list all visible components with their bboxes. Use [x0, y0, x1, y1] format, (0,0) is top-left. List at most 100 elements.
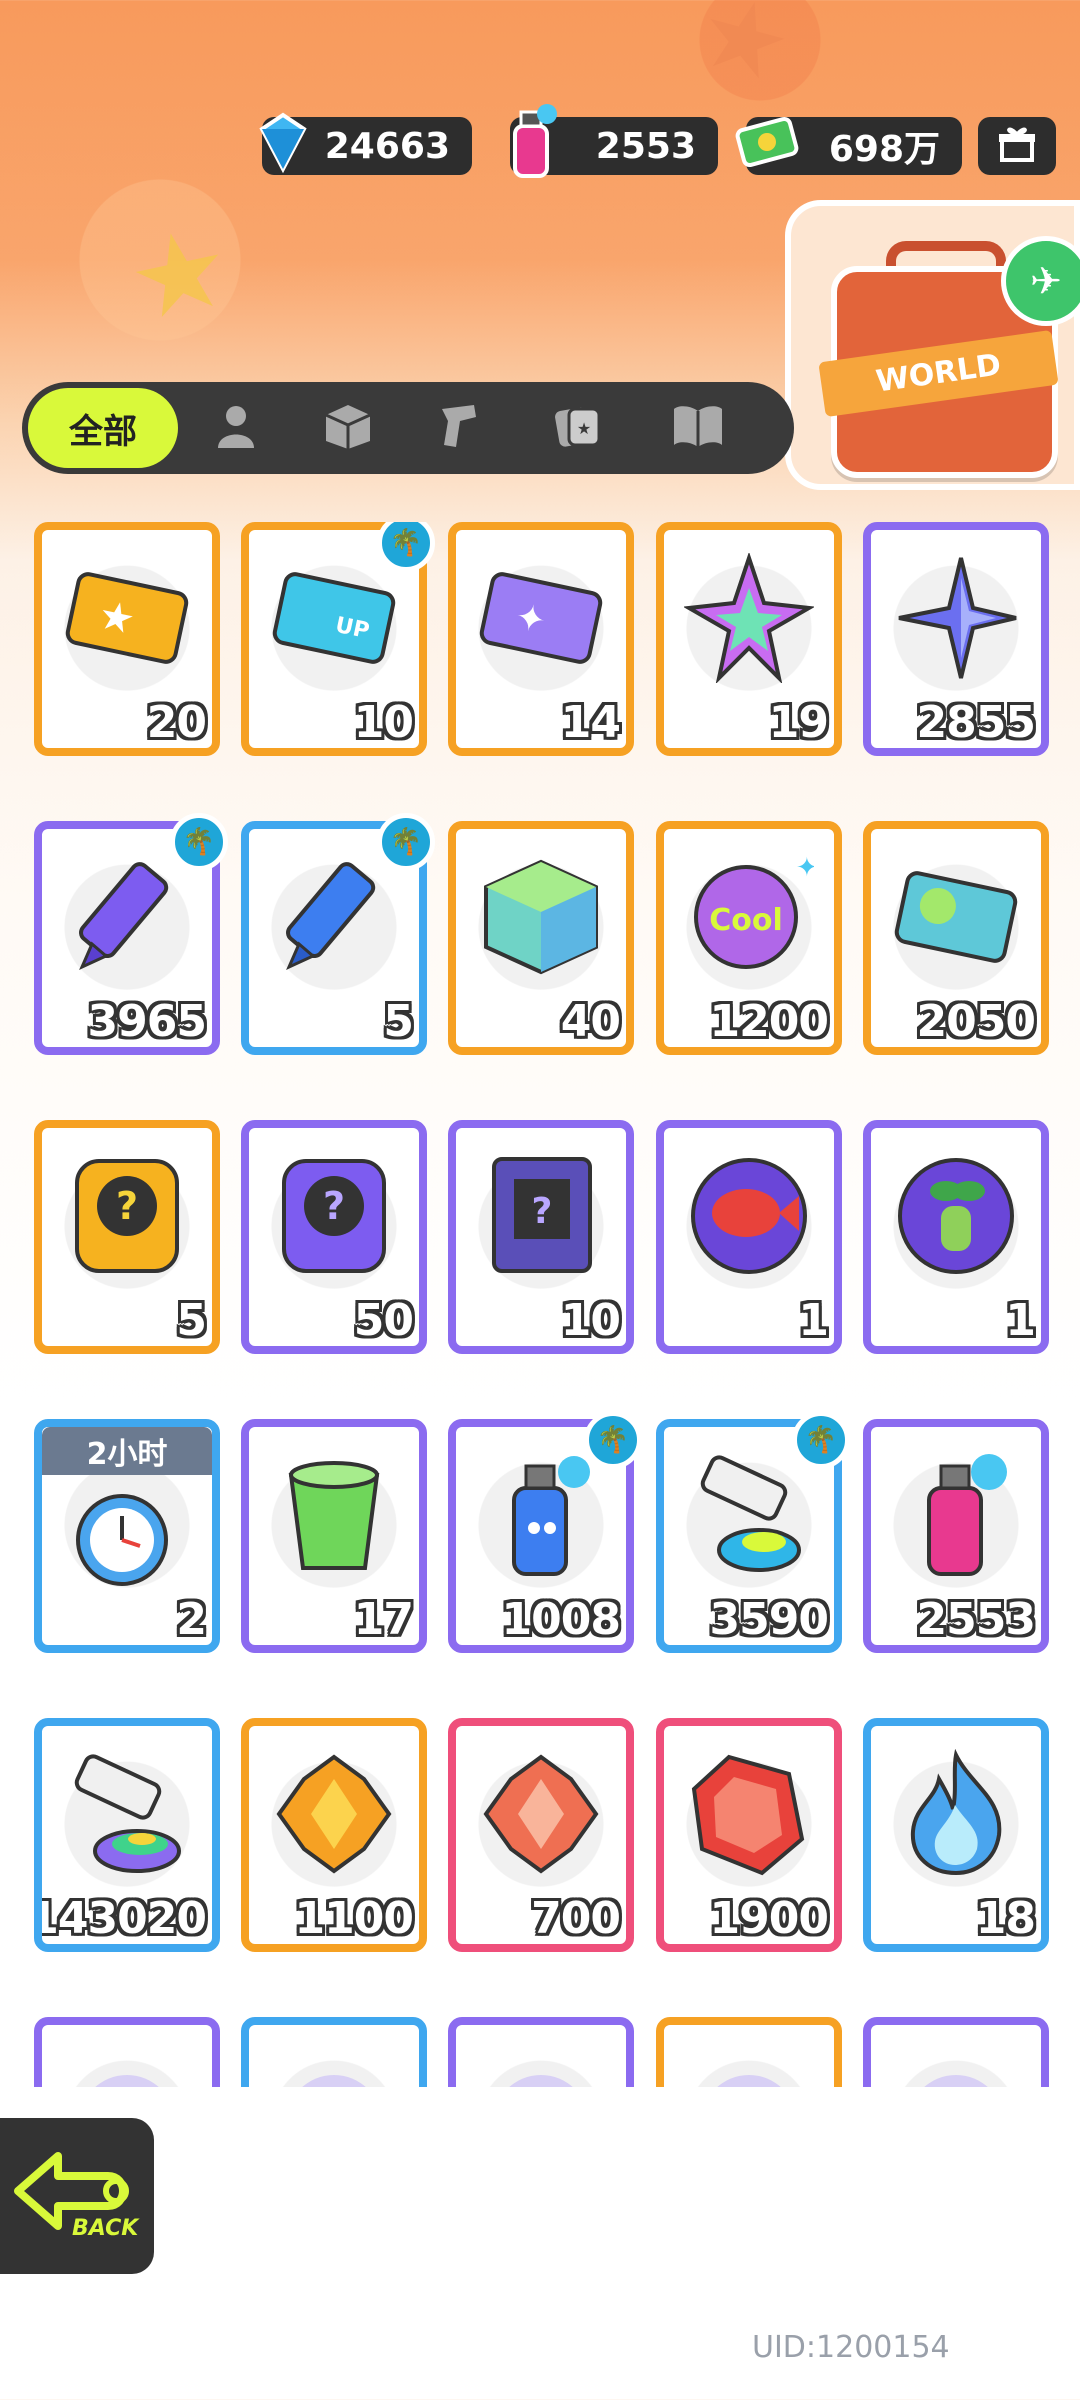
item-card-partial-3[interactable]	[448, 2017, 634, 2087]
travel-card-icon: ?	[474, 1146, 608, 1286]
book-icon	[670, 403, 726, 453]
item-count: 143020	[42, 1893, 207, 1944]
paint-tube-icon	[682, 1445, 816, 1585]
item-count: 2050	[916, 996, 1036, 1047]
mystery-purple-icon: ?	[267, 1146, 401, 1286]
purple-ticket-icon: ✦	[474, 548, 608, 688]
tab-all[interactable]: 全部	[28, 388, 178, 468]
rainbow-star-icon	[682, 548, 816, 688]
spray-can-icon	[496, 103, 566, 181]
world-travel-button[interactable]: WORLD ✈	[785, 200, 1080, 490]
item-card-purple-ticket[interactable]: ✦ 14	[448, 522, 634, 756]
item-card-background: ? 10	[456, 1128, 626, 1346]
item-card-paint-tube-blue[interactable]: 3590 🌴	[656, 1411, 850, 1653]
item-card-background: 700	[456, 1726, 626, 1944]
item-card-travel-card-mystery[interactable]: ? 10	[448, 1120, 634, 1354]
gem-currency[interactable]: 24663	[259, 112, 472, 175]
item-card-red-gem[interactable]: 1900	[656, 1718, 842, 1952]
item-count: 3590	[709, 1594, 829, 1645]
red-crystal-icon	[474, 1744, 608, 1884]
item-card-background: 19	[664, 530, 834, 748]
item-card-rainbow-star[interactable]: 19	[656, 522, 842, 756]
gift-box-button[interactable]	[978, 117, 1056, 175]
item-card-background: 1	[664, 1128, 834, 1346]
item-card-background	[249, 2025, 419, 2087]
pistol-icon	[436, 401, 480, 455]
item-card-background: 1100	[249, 1726, 419, 1944]
item-card-background: 17	[249, 1427, 419, 1645]
gold-ticket-icon: ★	[60, 548, 194, 688]
item-card-background: ★ 20	[42, 530, 212, 748]
item-card-blue-flame[interactable]: 18	[863, 1718, 1049, 1952]
spray-amount: 2553	[595, 125, 696, 167]
fish-pet-icon	[682, 1146, 816, 1286]
item-card-blue-up-ticket[interactable]: UP 10 🌴	[241, 522, 435, 756]
svg-text:?: ?	[323, 1184, 345, 1228]
sprout-pet-icon	[889, 1146, 1023, 1286]
item-card-red-crystal[interactable]: 700	[448, 1718, 634, 1952]
item-card-gold-crystal[interactable]: 1100	[241, 1718, 427, 1952]
item-card-partial-1[interactable]	[34, 2017, 220, 2087]
item-card-green-cup[interactable]: 17	[241, 1419, 427, 1653]
item-card-cool-badge[interactable]: Cool ✦ 1200	[656, 821, 842, 1055]
item-card-deity-mystery-gold[interactable]: ? 5	[34, 1120, 220, 1354]
item-card-background: 1900	[664, 1726, 834, 1944]
item-card-background	[871, 2025, 1041, 2087]
green-cup-icon	[267, 1445, 401, 1585]
item-card-pink-spray[interactable]: 2553	[863, 1419, 1049, 1653]
blue-flame-icon	[889, 1744, 1023, 1884]
item-card-season-ticket[interactable]: 2050	[863, 821, 1049, 1055]
item-count: 2855	[916, 697, 1036, 748]
palm-tree-badge-icon: 🌴	[377, 522, 435, 572]
spray-currency[interactable]: 2553	[510, 104, 718, 178]
item-card-partial-2[interactable]	[241, 2017, 427, 2087]
partial-icon	[682, 2043, 816, 2087]
blue-ticket-icon: UP	[267, 548, 401, 688]
tab-box[interactable]	[312, 392, 384, 464]
item-card-partial-5[interactable]	[863, 2017, 1049, 2087]
cool-badge-icon: Cool ✦	[682, 847, 816, 987]
color-cube-icon	[474, 847, 608, 987]
item-count: 2553	[916, 1594, 1036, 1645]
gem-amount: 24663	[324, 125, 450, 167]
item-count: 5	[383, 996, 414, 1047]
item-card-partial-4[interactable]	[656, 2017, 842, 2087]
item-card-deity-mystery-purple[interactable]: ? 50	[241, 1120, 427, 1354]
item-card-mpets-fish[interactable]: 1	[656, 1120, 842, 1354]
partial-icon	[267, 2043, 401, 2087]
pink-spray-icon	[889, 1445, 1023, 1585]
blue-spray-icon	[474, 1445, 608, 1585]
palm-tree-badge-icon: 🌴	[584, 1411, 642, 1469]
item-card-background: ✦ 14	[456, 530, 626, 748]
purple-crayon-icon	[60, 847, 194, 987]
item-count: 1900	[709, 1893, 829, 1944]
item-card-purple-crayon[interactable]: 3965 🌴	[34, 813, 228, 1055]
cash-currency[interactable]: 698万	[735, 116, 962, 175]
item-card-color-cube[interactable]: 40	[448, 821, 634, 1055]
item-card-mpets-sprout[interactable]: 1	[863, 1120, 1049, 1354]
item-card-blue-crayon[interactable]: 5 🌴	[241, 813, 435, 1055]
item-card-purple-star[interactable]: 2855	[863, 522, 1049, 756]
item-count: 1008	[501, 1594, 621, 1645]
svg-text:?: ?	[116, 1184, 138, 1228]
item-card-gold-ticket[interactable]: ★ 20	[34, 522, 220, 756]
item-card-background: 40	[456, 829, 626, 1047]
purple-star-icon	[889, 548, 1023, 688]
user-id: UID:1200154	[752, 2330, 950, 2365]
tab-sticker[interactable]: ★	[542, 392, 614, 464]
back-button[interactable]: BACK	[0, 2112, 160, 2280]
gold-crystal-icon	[267, 1744, 401, 1884]
tab-character[interactable]	[200, 392, 272, 464]
item-card-alarm-clock[interactable]: 2小时 2	[34, 1419, 220, 1653]
tab-weapon[interactable]	[422, 392, 494, 464]
tab-book[interactable]	[662, 392, 734, 464]
item-count: 5	[176, 1295, 207, 1346]
item-card-blue-spray[interactable]: 1008 🌴	[448, 1411, 642, 1653]
rainbow-paint-icon	[60, 1744, 194, 1884]
svg-text:Cool: Cool	[709, 903, 783, 938]
gift-box-icon	[997, 124, 1037, 168]
item-card-rainbow-paint[interactable]: 143020	[34, 1718, 220, 1952]
inventory-grid: ★ 20 UP 10 🌴 ✦ 14 19 2855 3965 🌴 5 🌴 40 Cool ✦ 1200 2050?…	[34, 522, 1054, 2087]
partial-icon	[889, 2043, 1023, 2087]
item-card-background: 1	[871, 1128, 1041, 1346]
